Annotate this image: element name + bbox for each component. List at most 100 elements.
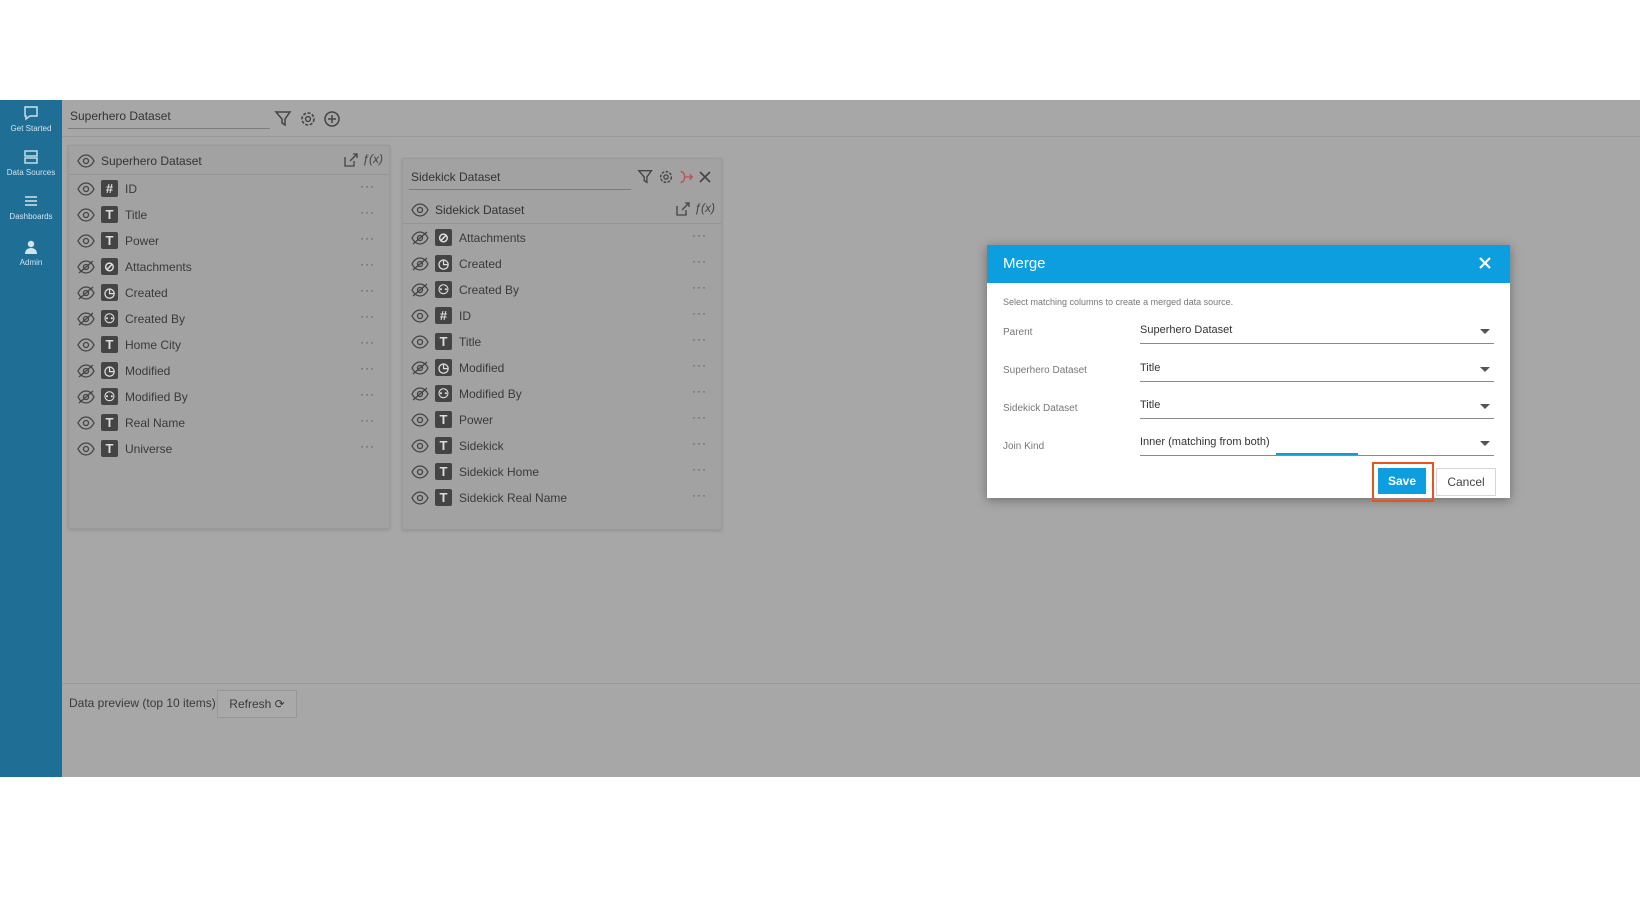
cancel-button[interactable]: Cancel xyxy=(1436,468,1496,496)
column-row[interactable]: T Home City ··· xyxy=(69,332,389,358)
more-options-icon[interactable]: ··· xyxy=(360,231,375,245)
column-row[interactable]: ⚇ Modified By ··· xyxy=(403,381,721,407)
eye-icon[interactable] xyxy=(77,181,95,197)
eye-hidden-icon[interactable] xyxy=(77,389,95,405)
column-row[interactable]: # ID ··· xyxy=(69,176,389,202)
top-toolbar: Superhero Dataset xyxy=(62,100,1640,137)
more-options-icon[interactable]: ··· xyxy=(692,436,707,450)
more-options-icon[interactable]: ··· xyxy=(360,335,375,349)
more-options-icon[interactable]: ··· xyxy=(692,306,707,320)
column-row[interactable]: T Power ··· xyxy=(69,228,389,254)
filter-icon[interactable] xyxy=(274,109,294,129)
eye-icon[interactable] xyxy=(77,233,95,249)
column-row[interactable]: T Sidekick Real Name ··· xyxy=(403,485,721,511)
eye-hidden-icon[interactable] xyxy=(411,256,429,272)
column-row[interactable]: ⊘ Attachments ··· xyxy=(403,225,721,251)
formula-icon[interactable]: ƒ(x) xyxy=(362,152,383,166)
column-row[interactable]: ⚇ Created By ··· xyxy=(69,306,389,332)
eye-icon[interactable] xyxy=(77,337,95,353)
add-circle-icon[interactable] xyxy=(322,109,342,129)
more-options-icon[interactable]: ··· xyxy=(360,179,375,193)
eye-hidden-icon[interactable] xyxy=(411,386,429,402)
more-options-icon[interactable]: ··· xyxy=(360,439,375,453)
filter-icon[interactable] xyxy=(637,168,655,186)
gear-icon[interactable] xyxy=(298,109,318,129)
more-options-icon[interactable]: ··· xyxy=(360,387,375,401)
nav-item-dashboards[interactable]: Dashboards xyxy=(0,192,62,222)
column-name: ID xyxy=(125,182,137,196)
eye-icon[interactable] xyxy=(77,441,95,457)
panel-header: Superhero Dataset ƒ(x) xyxy=(69,148,389,175)
close-icon[interactable] xyxy=(697,169,713,185)
column-row[interactable]: ◷ Created ··· xyxy=(403,251,721,277)
person-icon: ⚇ xyxy=(101,388,118,405)
column-row[interactable]: T Sidekick ··· xyxy=(403,433,721,459)
eye-icon[interactable] xyxy=(77,207,95,223)
sidekick-column-select[interactable]: Title xyxy=(1140,396,1494,419)
merge-icon[interactable] xyxy=(677,168,695,186)
column-row[interactable]: ⚇ Modified By ··· xyxy=(69,384,389,410)
focus-underline xyxy=(1276,453,1358,455)
save-button[interactable]: Save xyxy=(1378,468,1426,494)
more-options-icon[interactable]: ··· xyxy=(692,280,707,294)
column-row[interactable]: # ID ··· xyxy=(403,303,721,329)
column-row[interactable]: T Real Name ··· xyxy=(69,410,389,436)
eye-icon[interactable] xyxy=(77,153,95,169)
more-options-icon[interactable]: ··· xyxy=(360,361,375,375)
dataset-name-input[interactable]: Superhero Dataset xyxy=(68,106,270,129)
parent-select[interactable]: Superhero Dataset xyxy=(1140,321,1494,344)
more-options-icon[interactable]: ··· xyxy=(692,410,707,424)
eye-icon[interactable] xyxy=(411,308,429,324)
column-row[interactable]: ◷ Modified ··· xyxy=(69,358,389,384)
eye-hidden-icon[interactable] xyxy=(77,259,95,275)
column-row[interactable]: T Sidekick Home ··· xyxy=(403,459,721,485)
eye-icon[interactable] xyxy=(411,334,429,350)
sidekick-dataset-name-input[interactable]: Sidekick Dataset xyxy=(409,167,631,190)
eye-icon[interactable] xyxy=(411,490,429,506)
eye-icon[interactable] xyxy=(411,464,429,480)
column-row[interactable]: ⚇ Created By ··· xyxy=(403,277,721,303)
column-row[interactable]: ◷ Created ··· xyxy=(69,280,389,306)
edit-open-icon[interactable] xyxy=(342,152,359,169)
eye-icon[interactable] xyxy=(411,438,429,454)
close-icon[interactable] xyxy=(1476,254,1494,272)
more-options-icon[interactable]: ··· xyxy=(360,283,375,297)
column-row[interactable]: T Title ··· xyxy=(403,329,721,355)
splitter[interactable] xyxy=(62,683,1640,684)
panel-header: Sidekick Dataset ƒ(x) xyxy=(403,197,721,224)
refresh-button[interactable]: Refresh ⟳ xyxy=(217,690,297,718)
more-options-icon[interactable]: ··· xyxy=(692,462,707,476)
column-row[interactable]: T Universe ··· xyxy=(69,436,389,462)
eye-hidden-icon[interactable] xyxy=(77,311,95,327)
more-options-icon[interactable]: ··· xyxy=(360,413,375,427)
column-row[interactable]: ◷ Modified ··· xyxy=(403,355,721,381)
column-row[interactable]: T Title ··· xyxy=(69,202,389,228)
eye-hidden-icon[interactable] xyxy=(411,360,429,376)
more-options-icon[interactable]: ··· xyxy=(360,205,375,219)
more-options-icon[interactable]: ··· xyxy=(692,228,707,242)
formula-icon[interactable]: ƒ(x) xyxy=(694,201,715,215)
nav-item-data-sources[interactable]: Data Sources xyxy=(0,148,62,178)
nav-item-get-started[interactable]: Get Started xyxy=(0,104,62,134)
eye-hidden-icon[interactable] xyxy=(77,363,95,379)
more-options-icon[interactable]: ··· xyxy=(692,332,707,346)
eye-hidden-icon[interactable] xyxy=(411,282,429,298)
superhero-column-select[interactable]: Title xyxy=(1140,359,1494,382)
eye-icon[interactable] xyxy=(411,202,429,218)
eye-hidden-icon[interactable] xyxy=(411,230,429,246)
more-options-icon[interactable]: ··· xyxy=(692,254,707,268)
column-row[interactable]: ⊘ Attachments ··· xyxy=(69,254,389,280)
eye-icon[interactable] xyxy=(77,415,95,431)
more-options-icon[interactable]: ··· xyxy=(360,257,375,271)
more-options-icon[interactable]: ··· xyxy=(692,358,707,372)
gear-icon[interactable] xyxy=(657,168,675,186)
column-name: Power xyxy=(125,234,160,248)
more-options-icon[interactable]: ··· xyxy=(692,384,707,398)
more-options-icon[interactable]: ··· xyxy=(692,488,707,502)
eye-hidden-icon[interactable] xyxy=(77,285,95,301)
eye-icon[interactable] xyxy=(411,412,429,428)
more-options-icon[interactable]: ··· xyxy=(360,309,375,323)
edit-open-icon[interactable] xyxy=(674,201,691,218)
column-row[interactable]: T Power ··· xyxy=(403,407,721,433)
nav-item-admin[interactable]: Admin xyxy=(0,238,62,268)
